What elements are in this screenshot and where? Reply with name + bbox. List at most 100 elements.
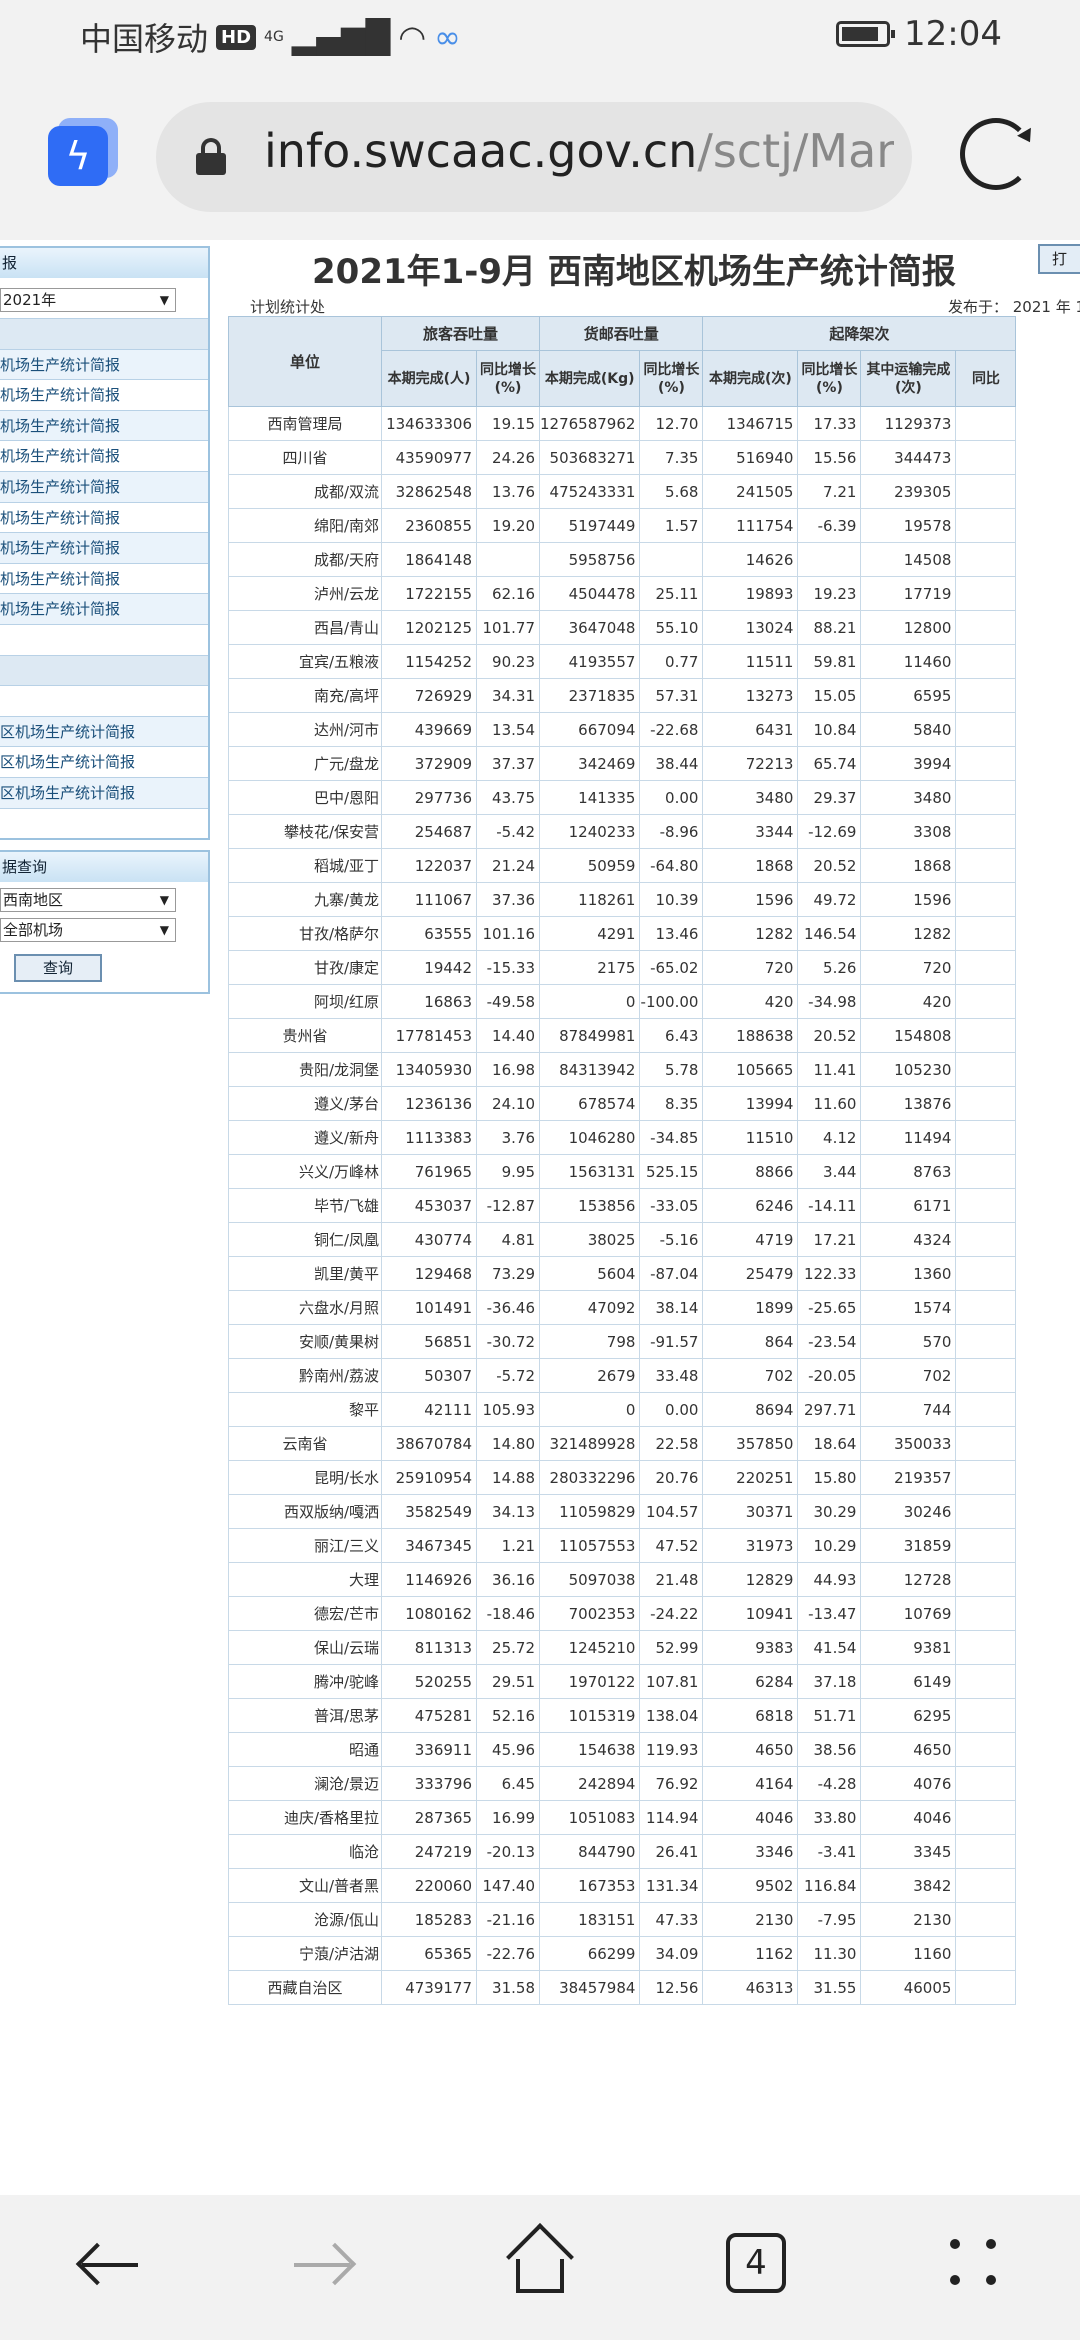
table-cell: 116.84 [797, 1868, 862, 1903]
table-cell: 43.75 [476, 780, 540, 815]
table-cell: 101.77 [476, 610, 540, 645]
print-button[interactable]: 打 [1038, 244, 1080, 274]
table-cell: -18.46 [476, 1596, 540, 1631]
home-icon[interactable] [506, 2223, 574, 2295]
table-cell: 1563131 [538, 1154, 641, 1189]
region-select[interactable]: 西南地区 ▼ [0, 888, 176, 913]
report-link[interactable]: 机场生产统计简报 [0, 532, 208, 563]
table-cell: 20.52 [797, 1018, 862, 1053]
unit-name-cell: 西藏自治区 [228, 1970, 382, 2005]
col-p-growth: 同比增长(%) [476, 350, 540, 407]
table-cell: 10.39 [639, 882, 704, 917]
tabs-button[interactable]: 4 [726, 2233, 786, 2293]
table-cell: 321489928 [538, 1426, 641, 1461]
report-link[interactable]: 机场生产统计简报 [0, 470, 208, 502]
table-cell: 19.20 [476, 508, 540, 543]
table-cell: 4.12 [797, 1120, 862, 1155]
query-button[interactable]: 查询 [14, 954, 102, 983]
address-bar[interactable]: info.swcaac.gov.cn/sctj/Man [156, 102, 912, 212]
back-arrow-icon[interactable] [75, 2242, 138, 2286]
unit-name-cell: 保山/云瑞 [228, 1630, 382, 1665]
table-cell: 4650 [702, 1732, 799, 1767]
table-cell: 24.26 [476, 440, 540, 475]
region-report-link[interactable]: 区机场生产统计简报 [0, 746, 208, 777]
table-row: 绵阳/南郊 2360855 19.20 5197449 1.57 111754 -6.39 1… [228, 508, 1017, 543]
table-cell: -49.58 [476, 984, 540, 1019]
table-cell: -25.65 [797, 1290, 862, 1325]
table-cell: 726929 [381, 678, 477, 713]
report-link[interactable]: 机场生产统计简报 [0, 562, 208, 594]
table-cell: 10.29 [797, 1528, 862, 1563]
table-cell: 4291 [538, 916, 641, 951]
table-cell: 10769 [860, 1596, 957, 1631]
url-text[interactable]: info.swcaac.gov.cn/sctj/Man [264, 124, 894, 178]
table-row: 西昌/青山 1202125 101.77 3647048 55.10 13024 88.21… [228, 610, 1017, 645]
table-cell: 146.54 [797, 916, 862, 951]
table-cell: 42111 [381, 1392, 477, 1427]
table-cell: 14.80 [476, 1426, 540, 1461]
table-cell: 1722155 [381, 576, 477, 611]
table-cell: 342469 [538, 746, 641, 781]
table-cell [955, 780, 1017, 815]
region-report-link[interactable]: 区机场生产统计简报 [0, 776, 208, 808]
table-cell: -13.47 [797, 1596, 862, 1631]
forward-arrow-icon[interactable] [294, 2242, 357, 2286]
table-cell: 13876 [860, 1086, 957, 1121]
table-row: 云南省 38670784 14.80 321489928 22.58 357850 18.6… [228, 1426, 1017, 1461]
table-cell: 25.11 [639, 576, 704, 611]
region-report-link[interactable]: 区机场生产统计简报 [0, 715, 208, 747]
table-row: 铜仁/凤凰 430774 4.81 38025 -5.16 4719 17.21 4324 [228, 1222, 1017, 1257]
year-select[interactable]: 2021年 ▼ [0, 288, 176, 312]
table-cell: 1236136 [381, 1086, 477, 1121]
unit-name-cell: 毕节/飞雄 [228, 1188, 382, 1223]
table-row: 黎平 42111 105.93 0 0.00 8694 297.71 744 [228, 1392, 1017, 1427]
report-link[interactable]: 机场生产统计简报 [0, 593, 208, 624]
table-cell [955, 406, 1017, 441]
table-cell: 4324 [860, 1222, 957, 1257]
table-cell: 1360 [860, 1256, 957, 1291]
carrier-label: 中国移动 [80, 20, 209, 58]
table-cell: 0.00 [639, 780, 704, 815]
table-cell [955, 1562, 1017, 1597]
table-cell: 47.33 [639, 1902, 704, 1937]
table-cell: -5.16 [639, 1222, 704, 1257]
table-cell: 525.15 [639, 1154, 704, 1189]
table-cell: 18.64 [797, 1426, 862, 1461]
report-link[interactable]: 机场生产统计简报 [0, 440, 208, 471]
unit-name-cell: 大理 [228, 1562, 382, 1597]
table-cell: 4650 [860, 1732, 957, 1767]
table-cell: 76.92 [639, 1766, 704, 1801]
table-cell: 38.44 [639, 746, 704, 781]
table-cell: 6284 [702, 1664, 799, 1699]
table-cell [955, 1154, 1017, 1189]
table-row: 达州/河市 439669 13.54 667094 -22.68 6431 10.84 584… [228, 712, 1017, 747]
table-cell: 1015319 [538, 1698, 641, 1733]
table-cell: 220060 [381, 1868, 477, 1903]
table-row: 澜沧/景迈 333796 6.45 242894 76.92 4164 -4.28 4076 [228, 1766, 1017, 1801]
table-cell: -20.13 [476, 1834, 540, 1869]
browser-logo-icon[interactable]: ϟ [48, 126, 108, 186]
airport-select[interactable]: 全部机场 ▼ [0, 918, 176, 943]
table-cell: 1282 [702, 916, 799, 951]
table-cell: 844790 [538, 1834, 641, 1869]
url-path: /sctj/Man [697, 124, 894, 178]
table-cell: 4193557 [538, 644, 641, 679]
table-cell: -64.80 [639, 848, 704, 883]
col-c-done: 本期完成(Kg) [538, 350, 641, 407]
reload-icon[interactable] [960, 118, 1032, 190]
table-cell: 11511 [702, 644, 799, 679]
report-link[interactable]: 机场生产统计简报 [0, 409, 208, 441]
table-cell: 17781453 [381, 1018, 477, 1053]
report-link[interactable]: 机场生产统计简报 [0, 348, 208, 380]
unit-name-cell: 西双版纳/嘎洒 [228, 1494, 382, 1529]
table-row: 西南管理局 134633306 19.15 1276587962 12.70 134671… [228, 406, 1017, 441]
unit-name-cell: 云南省 [228, 1426, 382, 1461]
menu-icon[interactable] [946, 2235, 1000, 2289]
unit-name-cell: 临沧 [228, 1834, 382, 1869]
report-link[interactable]: 机场生产统计简报 [0, 501, 208, 533]
report-link[interactable]: 机场生产统计简报 [0, 379, 208, 410]
table-row: 九寨/黄龙 111067 37.36 118261 10.39 1596 49.72 1596 [228, 882, 1017, 917]
table-cell: 1276587962 [538, 406, 641, 441]
table-cell: 154638 [538, 1732, 641, 1767]
table-cell: 1245210 [538, 1630, 641, 1665]
